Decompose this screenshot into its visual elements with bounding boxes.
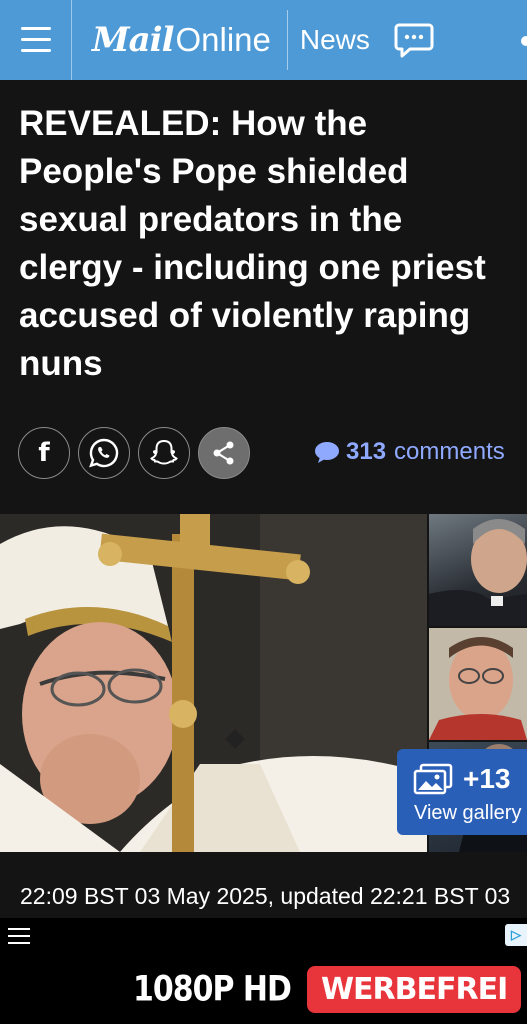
article-dateline: 22:09 BST 03 May 2025, updated 22:21 BST… [20, 883, 511, 922]
menu-button[interactable] [0, 0, 72, 80]
comments-link[interactable]: 313 comments [314, 438, 505, 466]
comments-count: 313 [346, 438, 387, 465]
ad-hd-text: 1080P HD [133, 969, 292, 1010]
share-bar: f [18, 427, 250, 479]
logo-mail: Mail [92, 20, 174, 60]
ad-banner[interactable]: ▷ 1080P HD WERBEFREI [0, 918, 527, 1024]
article-hero-image[interactable] [0, 514, 427, 852]
hamburger-icon [20, 27, 51, 53]
gallery-label: View gallery [414, 802, 522, 824]
facebook-icon: f [38, 438, 50, 468]
comment-bubble-icon [315, 442, 339, 463]
more-icon[interactable] [521, 36, 527, 46]
ad-free-badge: WERBEFREI [306, 966, 522, 1013]
article-headline: REVEALED: How the People's Pope shielded… [19, 104, 486, 383]
snapchat-share-button[interactable] [138, 427, 190, 479]
ad-menu-icon[interactable] [8, 928, 30, 949]
comments-label: comments [394, 438, 505, 465]
ad-content: 1080P HD WERBEFREI [133, 966, 522, 1013]
pope-photo [0, 514, 427, 852]
logo-online: Online [175, 21, 271, 58]
more-share-button[interactable] [198, 427, 250, 479]
gallery-icon [413, 763, 453, 795]
gallery-thumbnail-1[interactable] [429, 514, 527, 626]
chat-bubble-icon[interactable] [394, 20, 434, 60]
gallery-count: +13 [463, 763, 511, 794]
whatsapp-icon [89, 438, 119, 468]
section-label[interactable]: News [300, 24, 370, 56]
adchoices-icon[interactable]: ▷ [505, 924, 527, 946]
page: Mail Online News REVEALED: How the Peopl… [0, 0, 527, 1024]
gallery-thumbnail-2[interactable] [429, 628, 527, 740]
site-header: Mail Online News [0, 0, 527, 80]
view-gallery-button[interactable]: +13 View gallery [397, 749, 527, 835]
facebook-share-button[interactable]: f [18, 427, 70, 479]
site-logo[interactable]: Mail Online [72, 0, 271, 80]
thumbnail-photo-2 [429, 628, 527, 740]
header-divider [286, 10, 288, 70]
snapchat-icon [150, 439, 178, 465]
thumbnail-photo-1 [429, 519, 527, 626]
whatsapp-share-button[interactable] [78, 427, 130, 479]
share-icon [213, 441, 234, 465]
